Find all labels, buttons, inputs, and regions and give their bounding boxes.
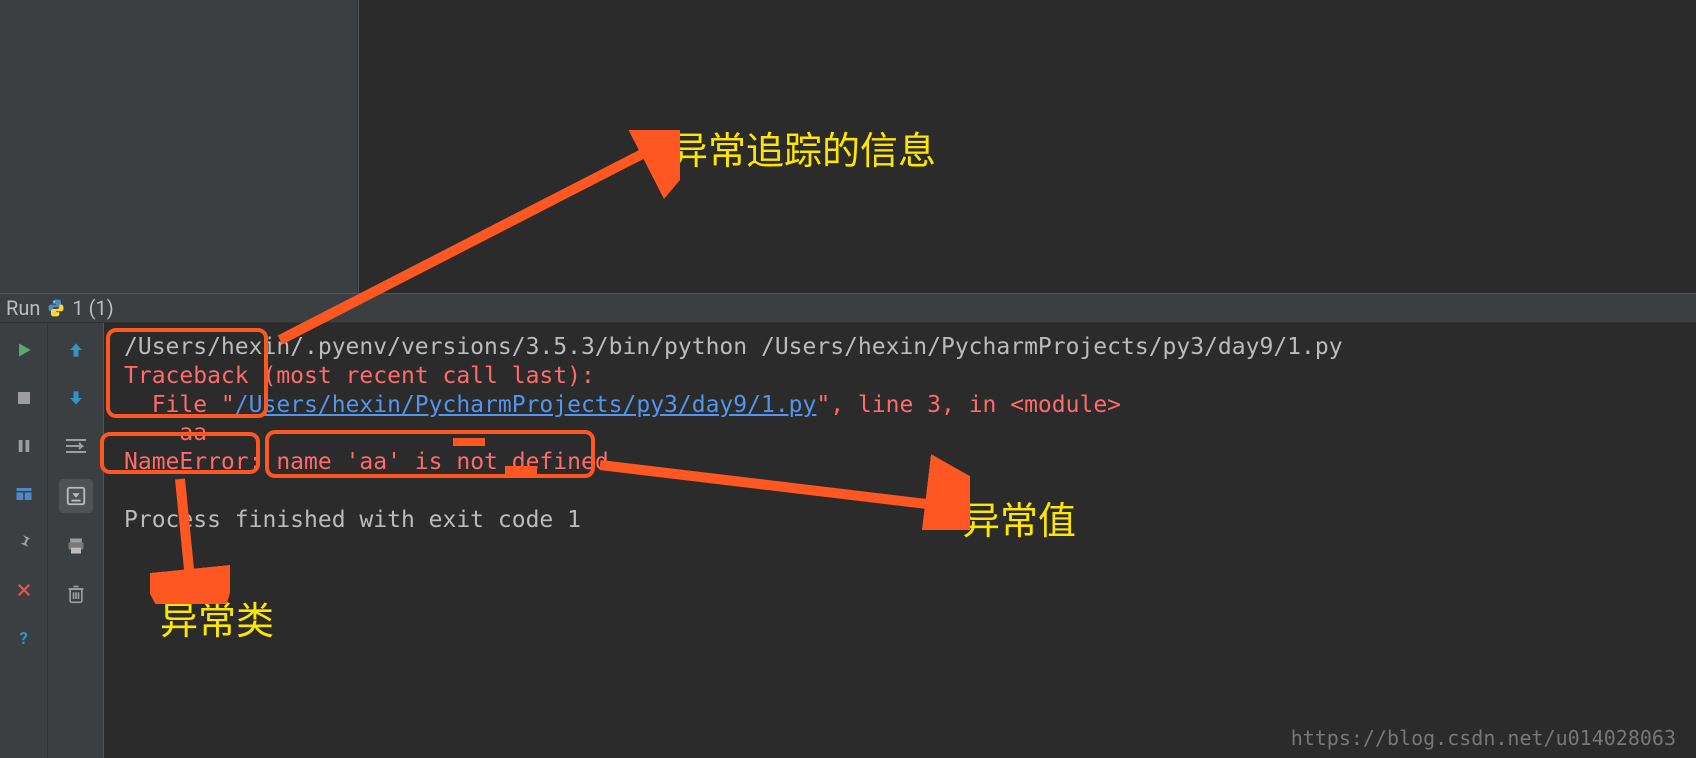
help-button[interactable]: ?: [9, 623, 39, 653]
file-suffix: ", line 3, in <module>: [816, 392, 1121, 418]
up-button[interactable]: [61, 335, 91, 365]
traceback-header: Traceback (most recent call last):: [124, 363, 595, 389]
python-icon: [46, 298, 66, 318]
run-tool-header[interactable]: Run 1 (1): [0, 293, 1696, 323]
run-controls-column: ?: [0, 323, 48, 758]
pause-button[interactable]: [9, 431, 39, 461]
error-sep: :: [249, 449, 277, 475]
down-button[interactable]: [61, 383, 91, 413]
run-script-name: 1 (1): [72, 296, 113, 320]
print-button[interactable]: [61, 531, 91, 561]
soft-wrap-button[interactable]: [61, 431, 91, 461]
run-label: Run: [6, 296, 40, 320]
svg-text:?: ?: [19, 630, 27, 649]
watermark: https://blog.csdn.net/u014028063: [1291, 726, 1676, 750]
file-prefix: File ": [124, 392, 235, 418]
console-controls-column: [48, 323, 104, 758]
run-tool-window: ? /Users/hexin/.pyenv/versions/3.5.3/bin…: [0, 323, 1696, 758]
editor-pane: [0, 0, 1696, 293]
code-line: aa: [124, 420, 207, 446]
file-link[interactable]: /Users/hexin/PycharmProjects/py3/day9/1.…: [235, 392, 817, 418]
trash-button[interactable]: [61, 579, 91, 609]
annotation-underline-2: [505, 466, 537, 474]
error-message: name 'aa' is not defined: [276, 449, 608, 475]
annotation-underline-1: [453, 438, 485, 446]
console-output[interactable]: /Users/hexin/.pyenv/versions/3.5.3/bin/p…: [104, 323, 1696, 758]
command-line: /Users/hexin/.pyenv/versions/3.5.3/bin/p…: [124, 334, 1343, 360]
stop-button[interactable]: [9, 383, 39, 413]
project-sidebar: [0, 0, 358, 293]
layout-button[interactable]: [9, 479, 39, 509]
code-editor[interactable]: [358, 0, 1696, 293]
pin-button[interactable]: [9, 527, 39, 557]
exit-line: Process finished with exit code 1: [124, 507, 581, 533]
close-button[interactable]: [9, 575, 39, 605]
error-name: NameError: [124, 449, 249, 475]
scroll-end-button[interactable]: [59, 479, 93, 513]
run-button[interactable]: [9, 335, 39, 365]
